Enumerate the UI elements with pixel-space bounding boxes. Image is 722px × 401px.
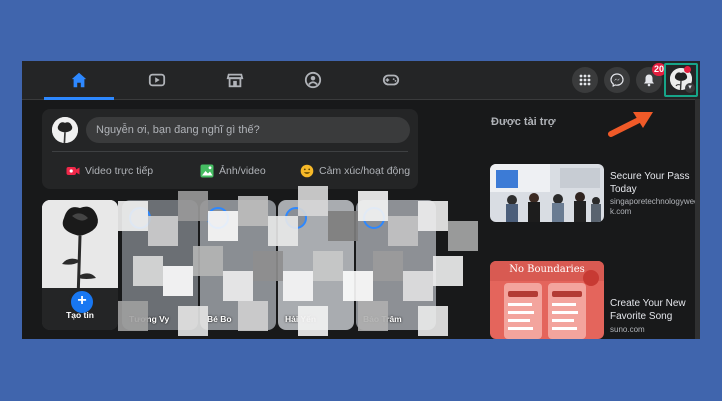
groups-icon — [304, 71, 322, 89]
post-composer: Nguyễn ơi, bạn đang nghĩ gì thế? Video t… — [42, 109, 418, 189]
expo-crowd-image — [490, 164, 604, 222]
story-avatar-ring — [129, 207, 151, 229]
ad-image — [490, 164, 604, 222]
sponsored-ad[interactable]: Secure Your Pass Today singaporetechnolo… — [490, 164, 699, 224]
story-avatar-ring — [207, 207, 229, 229]
story-card[interactable]: Hải Yến — [278, 200, 354, 330]
story-avatar-ring — [363, 207, 385, 229]
stories-row: + Tạo tin Tương Vy Bé Bo Hải Yến Bảo Trâ… — [42, 200, 442, 330]
feeling-activity-label: Cảm xúc/hoạt động — [319, 165, 411, 177]
sponsored-ad[interactable]: No Boundaries Create Your New Favorite S… — [490, 261, 690, 339]
create-story-label: Tạo tin — [66, 310, 94, 320]
ad-title: Create Your New Favorite Song — [610, 298, 686, 322]
profile-alert-dot — [684, 66, 691, 73]
story-author-name: Hải Yến — [285, 314, 317, 324]
story-author-name: Bảo Trâm — [363, 314, 402, 324]
photo-video-button[interactable]: Ảnh/video — [200, 161, 266, 181]
messenger-button[interactable] — [604, 67, 630, 93]
watch-icon — [148, 73, 166, 87]
live-video-icon — [66, 167, 80, 175]
composer-divider — [52, 151, 408, 152]
ad-domain: suno.com — [610, 325, 645, 334]
menu-button[interactable] — [572, 67, 598, 93]
sponsored-heading: Được tài trợ — [491, 116, 556, 128]
whats-on-your-mind-input[interactable]: Nguyễn ơi, bạn đang nghĩ gì thế? — [86, 117, 410, 143]
grid-menu-icon — [579, 74, 591, 86]
profile-button-highlight[interactable]: ▾ — [664, 63, 698, 97]
top-navigation-bar: 20 ▾ — [22, 61, 700, 100]
facebook-window: 20 ▾ Nguyễn ơi, bạn đang nghĩ gì thế? Vi… — [22, 61, 700, 339]
live-video-label: Video trực tiếp — [85, 165, 154, 177]
tab-marketplace[interactable] — [200, 61, 270, 99]
user-avatar[interactable] — [52, 117, 78, 143]
photo-video-icon — [200, 164, 214, 178]
ad-domain: singaporetechnologyweek.com — [610, 197, 699, 216]
home-icon — [71, 72, 87, 88]
story-author-name: Bé Bo — [207, 314, 232, 324]
tab-home[interactable] — [44, 61, 114, 100]
ad-image-headline: No Boundaries — [509, 264, 585, 275]
story-avatar-ring — [285, 207, 307, 229]
annotation-arrow-icon — [608, 112, 653, 137]
story-card[interactable]: Tương Vy — [122, 200, 198, 330]
create-story-card[interactable]: + Tạo tin — [42, 200, 118, 330]
tab-watch[interactable] — [122, 61, 192, 99]
story-card[interactable]: Bảo Trâm — [356, 200, 436, 330]
story-photo — [42, 200, 118, 301]
page-scrollbar[interactable] — [695, 99, 700, 339]
tab-groups[interactable] — [278, 61, 348, 99]
marketplace-icon — [226, 73, 244, 88]
story-author-name: Tương Vy — [129, 314, 170, 324]
photo-video-label: Ảnh/video — [219, 165, 266, 177]
messenger-icon — [610, 73, 624, 87]
live-video-button[interactable]: Video trực tiếp — [66, 161, 153, 181]
chevron-down-icon[interactable]: ▾ — [685, 83, 695, 93]
ad-image: No Boundaries — [490, 261, 604, 339]
feeling-activity-button[interactable]: Cảm xúc/hoạt động — [300, 161, 410, 181]
ad-title: Secure Your Pass Today — [610, 171, 690, 195]
story-card[interactable]: Bé Bo — [200, 200, 276, 330]
black-rose-image — [42, 200, 118, 301]
tab-gaming[interactable] — [356, 61, 426, 99]
gaming-icon — [382, 74, 400, 86]
rose-avatar-icon — [52, 117, 78, 143]
feeling-icon — [300, 164, 314, 178]
bell-icon — [644, 74, 654, 87]
